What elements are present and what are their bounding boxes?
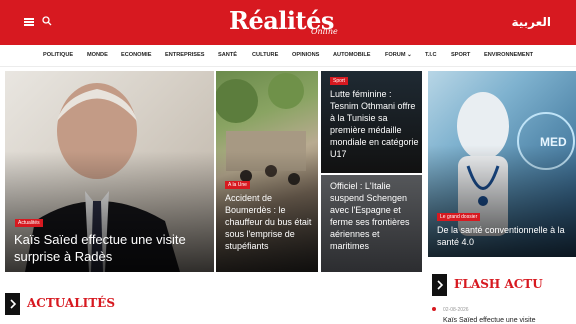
- actualites-section-title: ACTUALITÉS: [27, 296, 115, 310]
- nav-item-environnement[interactable]: ENVIRONNEMENT: [484, 52, 533, 58]
- article-title[interactable]: Officiel : L'Italie suspend Schengen ave…: [330, 180, 420, 252]
- flash-item-date: 02-08-2026: [443, 307, 469, 313]
- logo-subtext: Online: [311, 27, 338, 36]
- actualites-arrow-button[interactable]: [5, 293, 20, 315]
- flash-item-title[interactable]: Kaïs Saïed effectue une visite: [443, 317, 536, 324]
- flash-bullet-icon: [432, 307, 436, 311]
- chevron-right-icon: [10, 299, 17, 309]
- category-badge[interactable]: Actualités: [15, 219, 43, 227]
- nav-item-sport[interactable]: SPORT: [451, 52, 470, 58]
- nav-item-automobile[interactable]: AUTOMOBILE: [333, 52, 371, 58]
- arabic-language-link[interactable]: العربية: [511, 15, 551, 29]
- article-title[interactable]: Lutte féminine : Tesnim Othmani offre à …: [330, 88, 420, 160]
- nav-item-tic[interactable]: T.I.C: [425, 52, 437, 58]
- featured-article-1[interactable]: Actualités Kaïs Saïed effectue une visit…: [5, 71, 214, 272]
- nav-item-entreprises[interactable]: ENTREPRISES: [165, 52, 204, 58]
- chevron-down-icon: ⌄: [407, 52, 412, 58]
- featured-article-5[interactable]: MED Le grand dossier De la santé convent…: [428, 71, 576, 257]
- category-badge[interactable]: Le grand dossier: [437, 213, 481, 221]
- featured-article-4[interactable]: Officiel : L'Italie suspend Schengen ave…: [321, 175, 422, 272]
- featured-article-2[interactable]: A la Une Accident de Boumerdès : le chau…: [216, 71, 318, 272]
- flash-actu-section-title: FLASH ACTU: [454, 277, 543, 291]
- site-header: Réalités Online العربية: [0, 0, 576, 45]
- featured-article-3[interactable]: Sport Lutte féminine : Tesnim Othmani of…: [321, 71, 422, 173]
- nav-item-opinions[interactable]: OPINIONS: [292, 52, 319, 58]
- chevron-right-icon: [437, 280, 444, 290]
- category-badge[interactable]: A la Une: [225, 181, 250, 189]
- nav-item-culture[interactable]: CULTURE: [252, 52, 278, 58]
- category-badge[interactable]: Sport: [330, 77, 348, 85]
- nav-item-sante[interactable]: SANTÉ: [218, 52, 237, 58]
- nav-item-forum[interactable]: FORUM ⌄: [385, 52, 412, 58]
- article-title[interactable]: De la santé conventionnelle à la santé 4…: [437, 224, 572, 248]
- article-title[interactable]: Accident de Boumerdès : le chauffeur du …: [225, 192, 315, 252]
- article-title[interactable]: Kaïs Saïed effectue une visite surprise …: [14, 231, 209, 265]
- main-navigation: POLITIQUE MONDE ECONOMIE ENTREPRISES SAN…: [0, 45, 576, 67]
- hamburger-icon[interactable]: [24, 18, 34, 26]
- nav-item-politique[interactable]: POLITIQUE: [43, 52, 73, 58]
- search-icon[interactable]: [42, 16, 52, 26]
- nav-item-forum-label: FORUM: [385, 52, 406, 58]
- nav-item-economie[interactable]: ECONOMIE: [121, 52, 151, 58]
- site-logo[interactable]: Réalités Online: [229, 6, 359, 38]
- nav-item-monde[interactable]: MONDE: [87, 52, 108, 58]
- flash-actu-arrow-button[interactable]: [432, 274, 447, 296]
